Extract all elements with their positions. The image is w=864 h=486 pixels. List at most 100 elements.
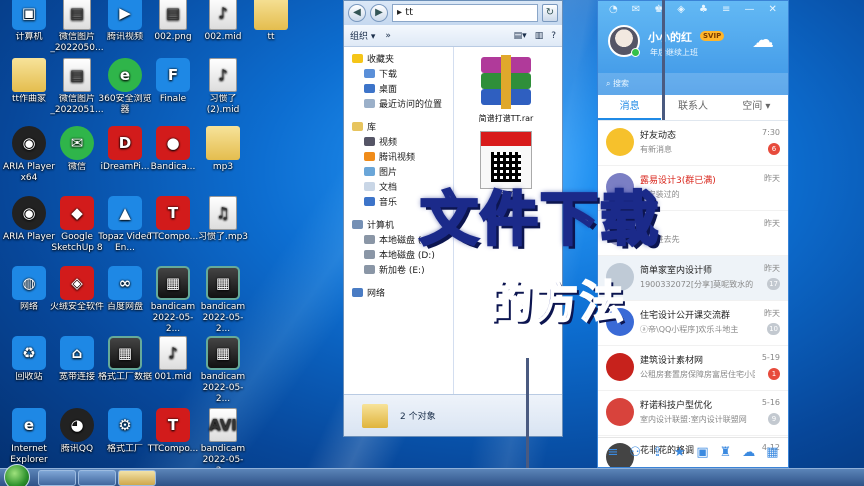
view-icon[interactable]: ▤▾ <box>514 31 527 41</box>
desktop-icon-item[interactable]: ◕ 腾讯QQ <box>50 408 104 455</box>
desktop-icon-item[interactable]: ♻ 回收站 <box>2 336 56 383</box>
nav-library[interactable]: 库 <box>344 121 453 136</box>
nav-favorites[interactable]: 收藏夹 <box>344 53 453 68</box>
tab-space[interactable]: 空间 ▾ <box>725 95 788 120</box>
explorer-toolbar: 组织 ▾ » ▤▾ ▥ ? <box>344 25 562 47</box>
conversation-item[interactable]: 住宅设计公开课交流群 ⓐ帝\QQ小程序]欢乐斗地主 昨天 10 <box>598 301 788 346</box>
nav-video[interactable]: 视频 <box>344 136 453 151</box>
desktop-icon-item[interactable]: ◈ 火绒安全软件 <box>50 266 104 313</box>
desktop-icon-item[interactable]: ● Bandica... <box>146 126 200 173</box>
desktop-icon-item[interactable]: T TTCompo... <box>146 408 200 455</box>
app-icon: ◆ <box>60 196 94 230</box>
desktop-icon-item[interactable]: AVIbandicam 2022-05-2... <box>196 408 250 477</box>
nav-downloads[interactable]: 下载 <box>344 68 453 83</box>
qzone-icon[interactable]: ◔ <box>609 4 618 15</box>
wallet-icon[interactable]: ◈ <box>677 4 685 15</box>
network-icon <box>352 288 363 297</box>
desktop-icon-item[interactable]: ♪ 习惯了(2).mid <box>196 58 250 116</box>
desktop-icon-item[interactable]: mp3 <box>196 126 250 173</box>
desktop-icon-item[interactable]: ◆ Google SketchUp 8 <box>50 196 104 254</box>
nav-network[interactable]: 网络 <box>344 287 453 302</box>
menu-icon[interactable]: ≡ <box>607 445 618 460</box>
unread-badge: 1 <box>768 368 780 380</box>
organize-button[interactable]: 组织 ▾ <box>350 29 375 42</box>
app-icon: ◉ <box>12 126 46 160</box>
help-icon[interactable]: ? <box>551 31 556 41</box>
mail-icon[interactable]: ✉ <box>632 4 640 15</box>
desktop-icon-item[interactable]: ∞ 百度网盘 <box>98 266 152 313</box>
desktop-icon-item[interactable]: T TTCompo... <box>146 196 200 243</box>
start-button[interactable] <box>4 464 30 486</box>
desktop-icon-item[interactable]: ▦ bandicam 2022-05-2... <box>196 266 250 335</box>
taskbar-explorer-button[interactable] <box>118 470 156 486</box>
gift-icon[interactable]: ▣ <box>696 445 708 460</box>
nav-disk-e[interactable]: 新加卷 (E:) <box>344 264 453 279</box>
nav-tencent-video[interactable]: 腾讯视频 <box>344 151 453 166</box>
desktop-icon-item[interactable]: ▦ bandicam 2022-05-2... <box>146 266 200 335</box>
desktop-icon-label: 格式工厂 <box>106 444 143 454</box>
file-item-rar[interactable]: 简谱打谱TT.rar <box>466 55 546 124</box>
apps-grid-icon[interactable]: ▦ <box>766 445 778 460</box>
avatar[interactable] <box>608 25 640 57</box>
nav-recent[interactable]: 最近访问的位置 <box>344 98 453 113</box>
preview-pane-icon[interactable]: ▥ <box>535 31 544 41</box>
menu-icon[interactable]: ≡ <box>722 4 730 15</box>
app-icon: ▦ <box>206 266 240 300</box>
desktop-icon-item[interactable]: ▤ 002.png <box>146 0 200 43</box>
refresh-icon[interactable]: ↻ <box>542 4 558 22</box>
conversation-name: 住宅设计公开课交流群 <box>640 311 731 321</box>
desktop-icon-item[interactable]: DiDreamPi... <box>98 126 152 173</box>
download-icon <box>364 69 375 78</box>
desktop-icon-item[interactable]: tt <box>244 0 298 43</box>
desktop-icon-item[interactable]: ◍ 网络 <box>2 266 56 313</box>
minimize-icon[interactable]: — <box>744 4 754 15</box>
share-icon[interactable]: ⇪ <box>652 445 663 460</box>
desktop-icon-item[interactable]: ▦ 格式工厂数据 <box>98 336 152 383</box>
favorites-icon[interactable]: ★ <box>674 445 686 460</box>
desktop-icon-item[interactable]: ▦ bandicam 2022-05-2... <box>196 336 250 405</box>
unread-badge: 10 <box>767 323 780 335</box>
user-signature[interactable]: 年后继续上班 <box>650 47 698 58</box>
app-icon: e <box>108 58 142 92</box>
cloud-icon[interactable]: ☁ <box>742 445 755 460</box>
conversation-item[interactable]: 籽诺科技户型优化 室内设计联盟:室内设计联盟网 5-16 9 <box>598 391 788 436</box>
more-button[interactable]: » <box>385 31 391 41</box>
back-arrow-icon[interactable]: ◀ <box>348 4 366 22</box>
desktop-icon-item[interactable]: ✉ 微信 <box>50 126 104 173</box>
taskbar-button[interactable] <box>78 470 116 486</box>
desktop-icon-item[interactable]: ♪ 002.mid <box>196 0 250 43</box>
taskbar-button[interactable] <box>38 470 76 486</box>
forward-arrow-icon[interactable]: ▶ <box>370 4 388 22</box>
bell-icon[interactable]: ♣ <box>699 4 708 15</box>
desktop-icon-item[interactable]: tt作曲家 <box>2 58 56 105</box>
desktop-icon-item[interactable]: ▣ 计算机 <box>2 0 56 43</box>
desktop-icon-item[interactable]: ♪ 001.mid <box>146 336 200 383</box>
desktop-icon-item[interactable]: e 360安全浏览器 <box>98 58 152 116</box>
desktop-icon-item[interactable]: ⌂ 宽带连接 <box>50 336 104 383</box>
desktop-icon-label: 微信 <box>67 162 86 172</box>
desktop-icon-item[interactable]: ⚙ 格式工厂 <box>98 408 152 455</box>
tab-contacts[interactable]: 联系人 <box>661 95 724 120</box>
desktop-icon-item[interactable]: F Finale <box>146 58 200 105</box>
gamepad-icon[interactable]: ♜ <box>720 445 732 460</box>
tab-messages[interactable]: 消息 <box>598 95 662 120</box>
desktop-icon-item[interactable]: ▤ 微信图片_2022050... <box>50 0 104 54</box>
close-icon[interactable]: ✕ <box>769 4 777 15</box>
desktop-icon-item[interactable]: ▶ 腾讯视频 <box>98 0 152 43</box>
address-bar[interactable]: ▸ tt <box>392 4 538 22</box>
desktop-icon-item[interactable]: ♫ 习惯了.mp3 <box>196 196 250 243</box>
desktop-icon-item[interactable]: ◉ ARIA Player x64 <box>2 126 56 184</box>
conversation-item[interactable]: 好友动态 有新消息 7:30 6 <box>598 121 788 166</box>
conversation-item[interactable]: 简单家室内设计师 1900332072[分享]莫呢致水的 昨天 17 <box>598 256 788 301</box>
unread-badge: 17 <box>767 278 780 290</box>
desktop-icon-item[interactable]: ▤ 微信图片_2022051... <box>50 58 104 116</box>
desktop-icon-item[interactable]: ▲ Topaz Video En... <box>98 196 152 254</box>
add-contact-icon[interactable]: ⚇ <box>629 445 641 460</box>
desktop-icon-item[interactable]: e Internet Explorer <box>2 408 56 466</box>
weather-cloud-icon[interactable]: ☁ <box>752 30 780 52</box>
desktop-icon-item[interactable]: ◉ ARIA Player <box>2 196 56 243</box>
vip-badge[interactable]: SVIP <box>700 31 725 41</box>
nav-desktop[interactable]: 桌面 <box>344 83 453 98</box>
conversation-item[interactable]: 建筑设计素材网 公租房套置房保障房富居住宅小区 5-19 1 <box>598 346 788 391</box>
search-input[interactable]: ⌕ 搜索 <box>598 73 788 95</box>
